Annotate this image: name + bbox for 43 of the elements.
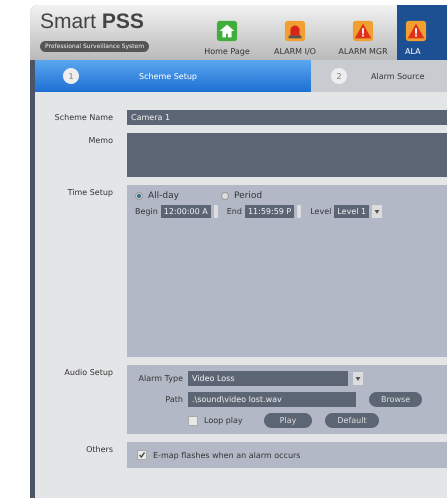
- step-tab[interactable]: 2 Alarm Source: [311, 60, 447, 92]
- time-field[interactable]: 11:59:59 P: [244, 205, 294, 218]
- level-dropdown[interactable]: Level 1: [334, 205, 370, 218]
- nav-tab[interactable]: ALARM I/O: [261, 5, 329, 60]
- checkbox[interactable]: [188, 416, 198, 426]
- nav-tab[interactable]: ALA: [397, 5, 447, 60]
- field-label: Level: [310, 207, 332, 216]
- field-label: Memo: [87, 135, 114, 145]
- emap-checkbox[interactable]: E-map flashes when an alarm occurs: [137, 450, 447, 460]
- alarm-type-dropdown[interactable]: Video Loss: [188, 371, 348, 386]
- spinner-icon[interactable]: [214, 205, 218, 218]
- memo-field[interactable]: [127, 133, 447, 177]
- step-number: 2: [331, 68, 347, 84]
- scheme-name-field[interactable]: Camera 1: [127, 110, 447, 125]
- loop-play-checkbox[interactable]: Loop play: [188, 416, 243, 426]
- play-button[interactable]: Play: [264, 413, 312, 428]
- radio-button[interactable]: [221, 192, 229, 200]
- step-tab[interactable]: 1 Scheme Setup: [35, 60, 311, 92]
- field-label: Begin: [135, 207, 158, 216]
- path-field[interactable]: .\sound\video lost.wav: [188, 392, 356, 407]
- radio-option[interactable]: Period: [221, 191, 301, 201]
- spinner-icon[interactable]: [297, 205, 302, 218]
- siren-icon: [284, 20, 306, 42]
- section-label: Audio Setup: [63, 367, 114, 377]
- section-label: Time Setup: [66, 187, 114, 197]
- field-label: End: [226, 207, 242, 216]
- field-label: Path: [164, 395, 183, 404]
- warning-icon: [405, 20, 427, 42]
- browse-button[interactable]: Browse: [369, 392, 422, 407]
- field-label: Scheme Name: [54, 112, 114, 122]
- step-number: 1: [63, 68, 79, 84]
- radio-option[interactable]: All-day: [135, 191, 215, 201]
- section-label: Others: [85, 444, 114, 454]
- warning-icon: [352, 20, 374, 42]
- field-label: Alarm Type: [138, 374, 183, 383]
- checkbox[interactable]: [137, 450, 147, 460]
- nav-tab[interactable]: ALARM MGR: [329, 5, 397, 60]
- radio-button[interactable]: [135, 192, 143, 200]
- home-icon: [216, 20, 238, 42]
- app-logo: Smart PSS: [40, 11, 145, 33]
- default-button[interactable]: Default: [325, 413, 379, 428]
- nav-tab[interactable]: Home Page: [193, 5, 261, 60]
- time-field[interactable]: 12:00:00 A: [160, 205, 211, 218]
